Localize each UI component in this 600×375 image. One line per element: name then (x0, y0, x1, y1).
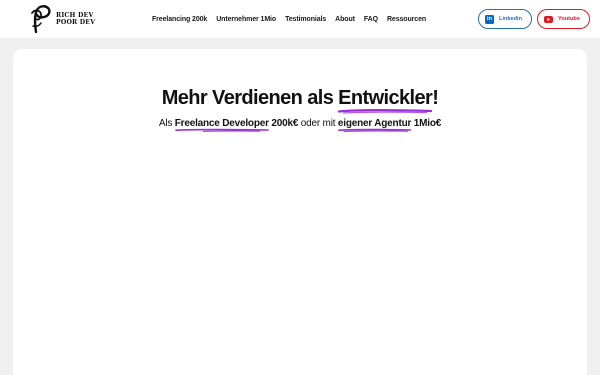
nav-item-freelancing[interactable]: Freelancing 200k (152, 16, 207, 23)
brand-name: RICH DEV POOR DEV (56, 12, 95, 26)
linkedin-icon: in (485, 14, 494, 24)
nav-item-testimonials[interactable]: Testimonials (285, 16, 326, 23)
hero-sub-middle-1: 200k€ (268, 118, 299, 129)
hero-title-prefix: Mehr Verdienen als (161, 87, 339, 109)
hero-title: Mehr Verdienen als Entwickler! (13, 87, 587, 114)
main-nav: Freelancing 200k Unternehmer 1Mio Testim… (152, 12, 426, 26)
brand-line-1: RICH DEV (56, 12, 94, 19)
linkedin-label: Linkedin (499, 16, 522, 22)
linkedin-button[interactable]: in Linkedin (478, 9, 532, 29)
hero-title-highlight-text: Entwickler (338, 87, 433, 109)
nav-item-ressourcen[interactable]: Ressourcen (387, 16, 426, 23)
brand-line-2: POOR DEV (56, 19, 96, 26)
nav-item-unternehmer[interactable]: Unternehmer 1Mio (216, 16, 276, 23)
hero-sub-highlight-2-text: eigener Agentur (337, 118, 412, 129)
nav-item-faq[interactable]: FAQ (364, 16, 378, 23)
hero-sub-highlight-1: Freelance Developer (174, 118, 269, 132)
youtube-icon (544, 15, 553, 23)
hero-title-suffix: ! (432, 87, 439, 109)
youtube-button[interactable]: Youtube (537, 9, 590, 29)
hero-sub-highlight-1-text: Freelance Developer (174, 118, 269, 129)
hero-sub-middle-2: oder mit (298, 118, 338, 129)
hero-subtitle: Als Freelance Developer 200k€ oder mit e… (13, 118, 587, 132)
youtube-label: Youtube (558, 16, 580, 22)
hero-sub-prefix: Als (158, 118, 175, 129)
hero-sub-highlight-2: eigener Agentur (337, 118, 412, 132)
site-header: RICH DEV POOR DEV Freelancing 200k Unter… (0, 0, 600, 38)
hero-sub-suffix: 1Mio€ (411, 118, 442, 129)
nav-item-about[interactable]: About (335, 16, 355, 23)
logo-mark-icon (31, 5, 51, 34)
hero-title-highlight: Entwickler (338, 87, 433, 114)
hero-card: Mehr Verdienen als Entwickler! Als Freel… (13, 49, 587, 375)
brand-logo[interactable]: RICH DEV POOR DEV (30, 4, 100, 34)
